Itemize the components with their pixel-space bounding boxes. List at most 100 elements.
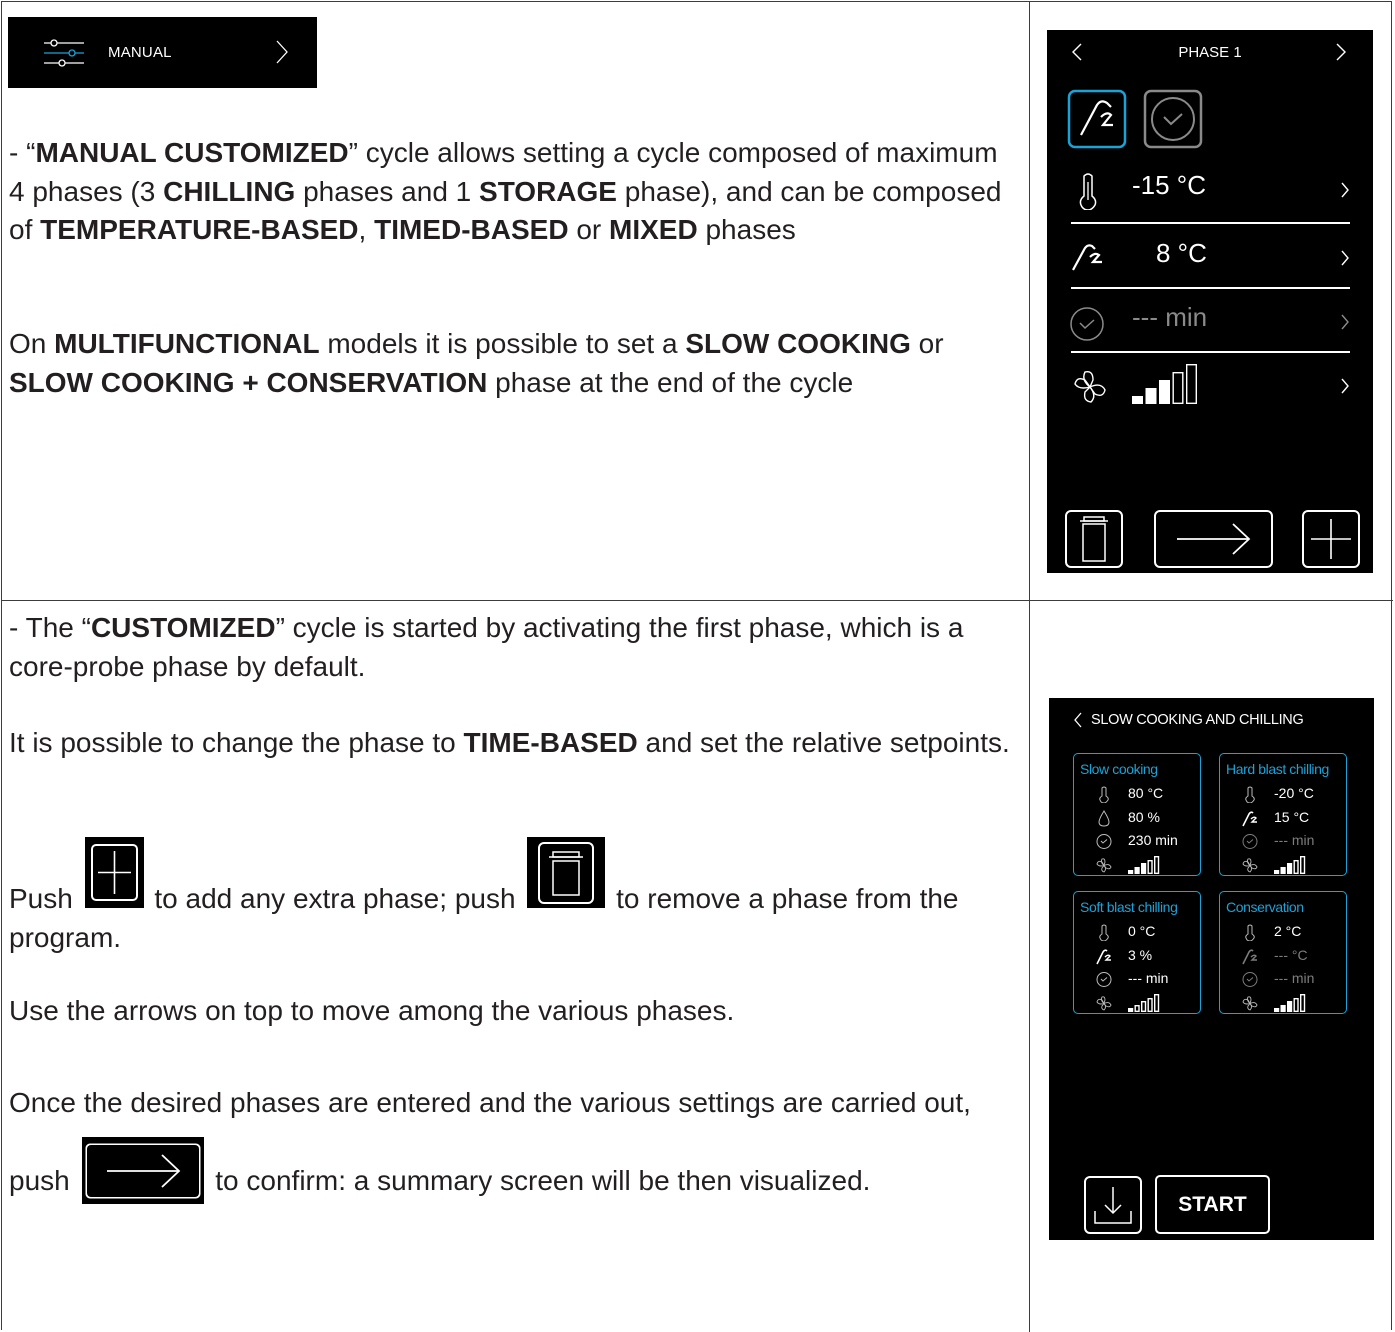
thermometer-icon: [1099, 924, 1109, 941]
text-bold: SLOW COOKING + CONSERVATION: [9, 366, 488, 398]
temperature-value: -15 °C: [1132, 170, 1206, 200]
clock-icon: [1096, 972, 1112, 987]
phase-summary-card[interactable]: Slow cooking 80 °C 80 % 230 min: [1073, 753, 1201, 876]
fan-icon: [1242, 857, 1258, 873]
card-value: 15 °C: [1274, 808, 1310, 825]
text-bold: TIMED-BASED: [374, 214, 569, 245]
text: or: [568, 214, 610, 245]
fan-icon: [1242, 995, 1258, 1011]
card-value: --- °C: [1274, 946, 1308, 963]
delete-phase-button-sample: [527, 837, 606, 908]
text: ,: [358, 214, 375, 245]
card-line: -20 °C: [1220, 785, 1346, 805]
clock-icon: [1242, 834, 1258, 849]
fan-speed-bars: [1128, 855, 1160, 874]
text-bold: MULTIFUNCTIONAL: [54, 328, 320, 359]
temperature-setpoint-row[interactable]: -15 °C: [1071, 158, 1350, 222]
chevron-right-icon: [1341, 182, 1349, 198]
core-probe-value: 8 °C: [1156, 238, 1207, 268]
timer-mode-button[interactable]: [1143, 89, 1203, 149]
add-phase-button[interactable]: [1301, 509, 1361, 569]
text: - “: [9, 137, 36, 168]
card-line: [1220, 993, 1346, 1014]
card-value: 0 °C: [1128, 923, 1156, 939]
text-bold: CUSTOMIZED: [90, 612, 276, 643]
text: It is possible to change the phase to: [9, 727, 464, 758]
card-value: -20 °C: [1274, 785, 1314, 801]
chevron-right-icon: [1341, 314, 1349, 330]
card-line: --- min: [1220, 832, 1346, 852]
text: to confirm: a summary screen will be the…: [215, 1165, 871, 1196]
thermometer-icon: [1079, 173, 1097, 210]
phase-summary-card[interactable]: Conservation 2 °C --- °C --- min: [1219, 891, 1347, 1014]
card-value: --- min: [1128, 970, 1169, 986]
delete-phase-button[interactable]: [1064, 509, 1124, 569]
fan-speed-bars: [1128, 993, 1160, 1012]
time-value: --- min: [1132, 302, 1208, 332]
chevron-right-icon: [1341, 378, 1349, 394]
start-button[interactable]: START: [1155, 1175, 1270, 1234]
text: to add any extra phase; push: [154, 883, 516, 914]
card-title: Slow cooking: [1080, 761, 1158, 777]
settings-sliders-icon: [44, 38, 84, 67]
table-row-divider: [1, 600, 1393, 601]
phase-title: PHASE 1: [1178, 44, 1242, 61]
summary-title: SLOW COOKING AND CHILLING: [1091, 712, 1304, 728]
summary-screen: SLOW COOKING AND CHILLING Slow cooking 80…: [1049, 698, 1374, 1240]
time-setpoint-row[interactable]: --- min: [1070, 290, 1350, 354]
card-value: 230 min: [1128, 832, 1178, 848]
thermometer-icon: [1245, 786, 1255, 803]
text: or: [910, 328, 944, 359]
core-probe-setpoint-row[interactable]: 8 °C: [1071, 226, 1350, 290]
divider: [1071, 287, 1350, 289]
card-title: Soft blast chilling: [1080, 899, 1178, 915]
paragraph-customized-start: - The “CUSTOMIZED” cycle is started by a…: [9, 609, 1019, 686]
clock-icon: [1096, 834, 1112, 849]
core-probe-icon: [1242, 948, 1257, 964]
card-value: 2 °C: [1274, 923, 1302, 939]
next-phase-button[interactable]: [1153, 509, 1274, 569]
clock-icon: [1242, 972, 1258, 987]
card-value: --- min: [1274, 970, 1315, 986]
text-bold: STORAGE: [479, 175, 617, 207]
download-save-button[interactable]: [1083, 1175, 1143, 1235]
divider: [1071, 351, 1350, 353]
chevron-left-icon[interactable]: [1073, 711, 1083, 729]
text: phase at the end of the cycle: [487, 366, 854, 398]
card-value: 80 °C: [1128, 785, 1164, 801]
text-bold: SLOW COOKING: [685, 328, 911, 359]
phase-summary-card[interactable]: Hard blast chilling -20 °C 15 °C --- min: [1219, 753, 1347, 876]
text: models it is possible to set a: [319, 328, 686, 359]
fan-icon: [1096, 857, 1112, 873]
card-line: --- min: [1074, 970, 1200, 990]
paragraph-arrows: Use the arrows on top to move among the …: [9, 995, 735, 1026]
card-line: 230 min: [1074, 832, 1200, 852]
next-button-sample: [81, 1137, 204, 1204]
thermometer-icon: [1245, 924, 1255, 941]
card-line: 2 °C: [1220, 923, 1346, 943]
fan-speed-row[interactable]: [1071, 354, 1350, 418]
core-probe-icon: [1072, 244, 1102, 271]
text-bold: CHILLING: [163, 175, 296, 207]
trash-icon: [538, 842, 595, 904]
card-line: --- min: [1220, 970, 1346, 990]
card-line: [1074, 993, 1200, 1014]
thermometer-icon: [1099, 786, 1109, 803]
text: Push: [9, 883, 73, 914]
core-probe-icon: [1242, 810, 1257, 826]
card-line: 80 °C: [1074, 785, 1200, 805]
chevron-right-icon[interactable]: [1335, 42, 1347, 62]
fan-speed-bars: [1274, 855, 1306, 874]
card-title: Hard blast chilling: [1226, 761, 1329, 777]
text-bold: TEMPERATURE-BASED: [40, 214, 359, 245]
phase-summary-card[interactable]: Soft blast chilling 0 °C 3 % --- min: [1073, 891, 1201, 1014]
fan-speed-bars: [1274, 993, 1306, 1012]
text-bold: MIXED: [609, 214, 698, 245]
manual-menu-button[interactable]: MANUAL: [8, 17, 317, 88]
paragraph-push-add-remove: Push to add any extra phase; push to rem…: [9, 837, 1029, 957]
card-line: [1074, 855, 1200, 876]
core-probe-mode-button[interactable]: [1067, 89, 1127, 149]
phase-screen: PHASE 1 -15 °C 8 °C --- min: [1047, 30, 1373, 573]
card-line: 80 %: [1074, 809, 1200, 829]
text: On: [9, 328, 55, 359]
